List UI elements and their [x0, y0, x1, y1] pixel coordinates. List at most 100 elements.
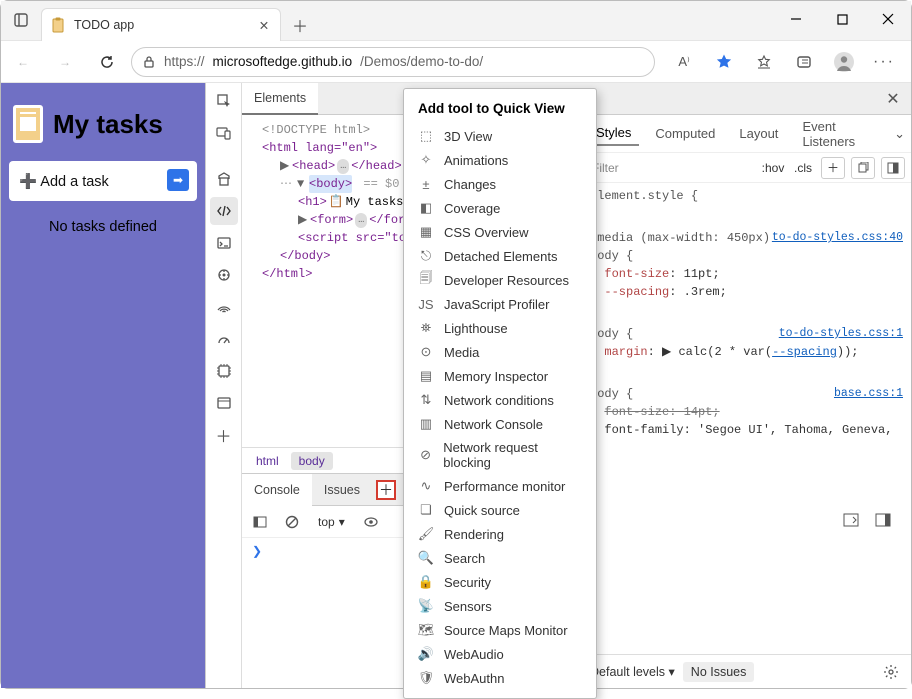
quick-menu-item[interactable]: 🖌Rendering: [404, 522, 596, 546]
inspect-element-icon[interactable]: [210, 87, 238, 115]
drawer-tab-console[interactable]: Console: [242, 474, 312, 506]
memory-tool-icon[interactable]: [210, 357, 238, 385]
device-emulation-icon[interactable]: [210, 119, 238, 147]
quick-menu-item[interactable]: ∿Performance monitor: [404, 474, 596, 498]
window-close-button[interactable]: [865, 1, 911, 37]
no-issues-badge[interactable]: No Issues: [683, 662, 755, 682]
tab-event-listeners[interactable]: Event Listeners: [794, 115, 886, 153]
more-menu-button[interactable]: ···: [865, 46, 903, 78]
welcome-tool-icon[interactable]: [210, 165, 238, 193]
css-source-link[interactable]: base.css:1: [834, 385, 903, 402]
favorites-star-icon[interactable]: [705, 46, 743, 78]
drawer-dock-right-icon[interactable]: [871, 509, 895, 531]
default-levels-select[interactable]: Default levels ▾: [590, 664, 675, 679]
dom-h1-open[interactable]: <h1>: [298, 193, 327, 211]
crumb-html[interactable]: html: [248, 452, 287, 470]
quick-menu-item-label: Animations: [444, 153, 508, 168]
performance-tool-icon[interactable]: [210, 325, 238, 353]
site-info-lock-icon[interactable]: [142, 55, 156, 69]
nav-refresh-button[interactable]: [89, 46, 125, 78]
quick-menu-item[interactable]: ▦CSS Overview: [404, 220, 596, 244]
quick-menu-item[interactable]: ⎋Detached Elements: [404, 244, 596, 268]
profile-avatar[interactable]: [825, 46, 863, 78]
quick-menu-item-icon: ❏: [418, 502, 434, 518]
quick-menu-item[interactable]: ⛯Lighthouse: [404, 316, 596, 340]
quick-menu-item[interactable]: 🗺Source Maps Monitor: [404, 618, 596, 642]
quick-menu-item-icon: ▤: [418, 368, 434, 384]
quick-menu-item[interactable]: ▤Memory Inspector: [404, 364, 596, 388]
quick-menu-item[interactable]: ❏Quick source: [404, 498, 596, 522]
more-tools-plus-icon[interactable]: ＋: [210, 421, 238, 449]
new-style-plus-icon[interactable]: ＋: [821, 157, 845, 179]
tab-computed[interactable]: Computed: [647, 122, 723, 145]
quick-menu-item[interactable]: ±Changes: [404, 172, 596, 196]
sources-tool-icon[interactable]: [210, 261, 238, 289]
console-live-expression-icon[interactable]: [359, 511, 383, 533]
dom-form-open[interactable]: <form>: [310, 211, 353, 229]
quick-menu-item-label: Network conditions: [444, 393, 554, 408]
nav-forward-button[interactable]: →: [47, 46, 83, 78]
add-task-input[interactable]: ➕ Add a task: [9, 161, 197, 201]
drawer-add-tool-button[interactable]: ＋: [376, 480, 396, 500]
drawer-expand-icon[interactable]: [839, 509, 863, 531]
quick-menu-item-label: Media: [444, 345, 479, 360]
dom-html-open[interactable]: <html lang="en">: [262, 141, 377, 155]
css-rule-2[interactable]: to-do-styles.css:1 body { margin: ▶ calc…: [590, 325, 903, 379]
quick-menu-item[interactable]: 🗐Developer Resources: [404, 268, 596, 292]
network-tool-icon[interactable]: [210, 293, 238, 321]
quick-menu-item[interactable]: 🛡WebAuthn: [404, 666, 596, 690]
quick-menu-item[interactable]: ⇅Network conditions: [404, 388, 596, 412]
quick-menu-item[interactable]: 🔒Security: [404, 570, 596, 594]
dom-head-open[interactable]: <head>: [292, 157, 335, 175]
css-source-link[interactable]: to-do-styles.css:40: [772, 229, 903, 246]
drawer-tab-issues[interactable]: Issues: [312, 474, 372, 506]
elements-tool-icon[interactable]: [210, 197, 238, 225]
tab-layout[interactable]: Layout: [731, 122, 786, 145]
quick-menu-item[interactable]: ◧Coverage: [404, 196, 596, 220]
window-maximize-button[interactable]: [819, 1, 865, 37]
drawer-settings-gear-icon[interactable]: [879, 661, 903, 683]
address-bar: ← → https://microsoftedge.github.io/Demo…: [1, 41, 911, 83]
console-tool-icon[interactable]: [210, 229, 238, 257]
quick-menu-item[interactable]: 🔊WebAudio: [404, 642, 596, 666]
new-tab-button[interactable]: ＋: [285, 10, 315, 40]
cls-toggle[interactable]: .cls: [791, 157, 815, 179]
quick-menu-item[interactable]: 📡Sensors: [404, 594, 596, 618]
css-source-link[interactable]: to-do-styles.css:1: [779, 325, 903, 342]
quick-menu-item[interactable]: ⊙Media: [404, 340, 596, 364]
browser-tab[interactable]: TODO app ✕: [41, 8, 281, 41]
quick-menu-item-label: WebAuthn: [444, 671, 504, 686]
window-minimize-button[interactable]: [773, 1, 819, 37]
styles-more-tabs-icon[interactable]: ⌄: [894, 126, 905, 142]
collections-button[interactable]: [785, 46, 823, 78]
page-title: My tasks: [53, 109, 163, 140]
styles-copy-icon[interactable]: [851, 157, 875, 179]
quick-menu-item[interactable]: JSJavaScript Profiler: [404, 292, 596, 316]
application-tool-icon[interactable]: [210, 389, 238, 417]
nav-back-button[interactable]: ←: [5, 46, 41, 78]
styles-computed-toggle-icon[interactable]: [881, 157, 905, 179]
tab-close-button[interactable]: ✕: [256, 18, 272, 33]
favorites-bar-button[interactable]: [745, 46, 783, 78]
element-style-rule[interactable]: element.style {}: [590, 187, 903, 223]
quick-menu-item[interactable]: ⬚3D View: [404, 124, 596, 148]
hov-toggle[interactable]: :hov: [761, 157, 785, 179]
console-context-select[interactable]: top ▾: [312, 513, 351, 531]
dom-body-open[interactable]: <body>: [309, 177, 352, 191]
styles-filter-input[interactable]: Filter: [588, 161, 755, 175]
console-clear-icon[interactable]: [280, 511, 304, 533]
read-aloud-button[interactable]: A⁾: [665, 46, 703, 78]
quick-menu-item[interactable]: ▥Network Console: [404, 412, 596, 436]
quick-menu-item[interactable]: 🔍Search: [404, 546, 596, 570]
tab-actions-button[interactable]: [1, 0, 41, 40]
devtools-close-button[interactable]: ✕: [883, 89, 903, 109]
quick-menu-item[interactable]: ✧Animations: [404, 148, 596, 172]
quick-menu-item[interactable]: ⊘Network request blocking: [404, 436, 596, 474]
console-sidebar-toggle-icon[interactable]: [248, 511, 272, 533]
url-field[interactable]: https://microsoftedge.github.io/Demos/de…: [131, 47, 655, 77]
crumb-body[interactable]: body: [291, 452, 333, 470]
dom-script[interactable]: <script src="to-: [298, 231, 413, 245]
css-rule-1[interactable]: to-do-styles.css:40 @media (max-width: 4…: [590, 229, 903, 319]
css-rule-3[interactable]: base.css:1 body { font-size: 14pt; font-…: [590, 385, 903, 439]
tab-elements[interactable]: Elements: [242, 83, 318, 115]
